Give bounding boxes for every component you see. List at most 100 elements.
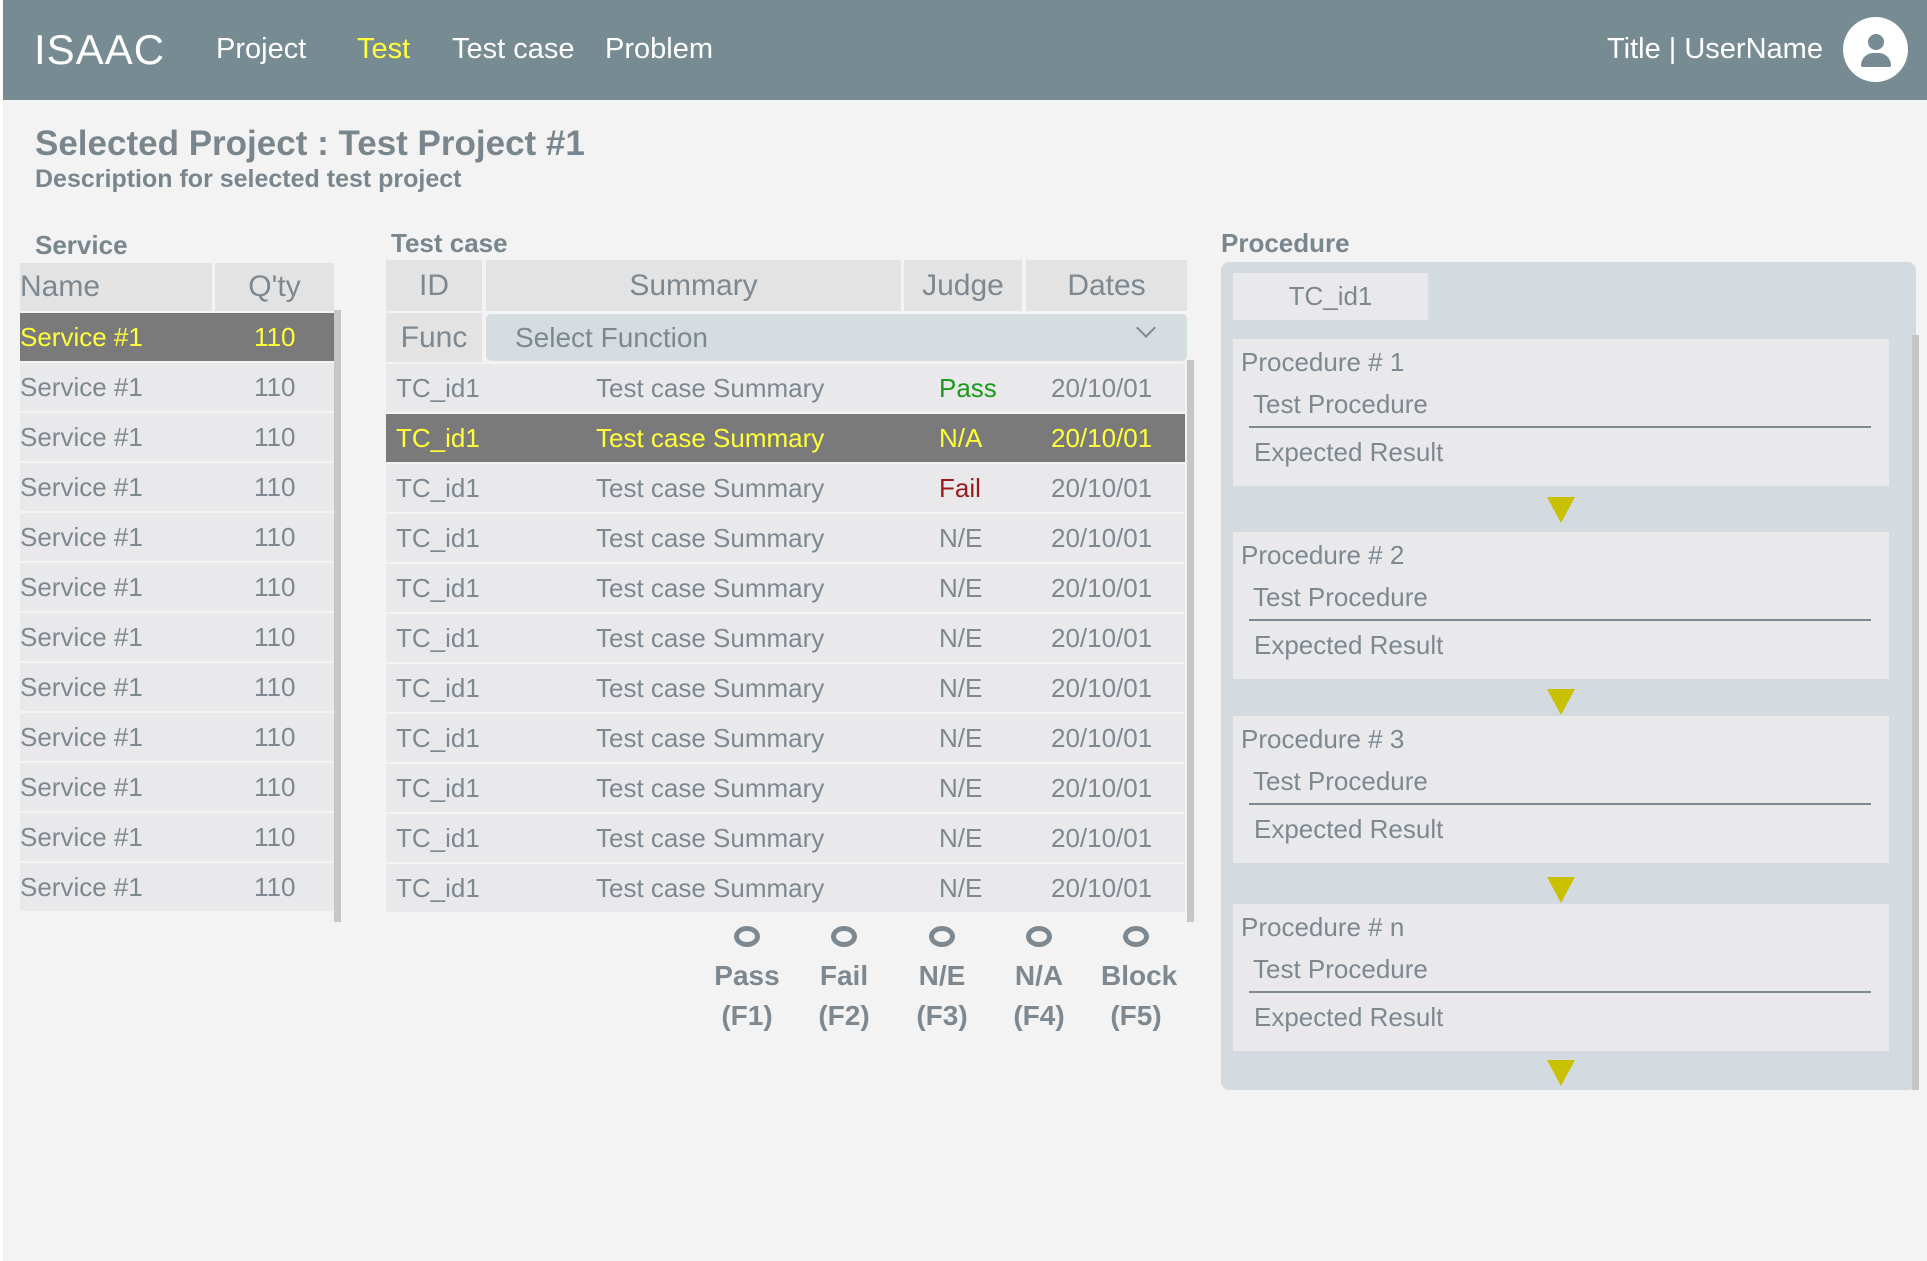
divider (1249, 426, 1871, 428)
expected-result-field[interactable]: Expected Result (1254, 1002, 1443, 1033)
nav-project[interactable]: Project (216, 33, 306, 66)
testcase-row-id: TC_id1 (396, 573, 480, 603)
service-row-name: Service #1 (20, 572, 143, 602)
judge-pass-button[interactable]: Pass (F1) (712, 926, 782, 1036)
testcase-row-judge: N/E (939, 823, 983, 853)
testcase-row[interactable]: TC_id1 Test case Summary N/E 20/10/01 (386, 664, 1185, 712)
divider (1249, 619, 1871, 621)
testcase-row-judge: N/A (939, 423, 983, 453)
service-row[interactable]: Service #1 110 (20, 613, 334, 661)
test-procedure-field[interactable]: Test Procedure (1253, 582, 1428, 613)
top-nav-bar: ISAAC Project Test Test case Problem Tit… (3, 0, 1927, 100)
testcase-row-summary: Test case Summary (596, 473, 825, 503)
service-row[interactable]: Service #1 110 (20, 313, 334, 361)
testcase-row-date: 20/10/01 (1051, 723, 1153, 753)
avatar[interactable] (1843, 17, 1908, 82)
radio-ring-icon (831, 926, 857, 947)
procedure-tab[interactable]: TC_id1 (1233, 273, 1428, 320)
radio-ring-icon (929, 926, 955, 947)
testcase-row[interactable]: TC_id1 Test case Summary N/E 20/10/01 (386, 714, 1185, 762)
testcase-row[interactable]: TC_id1 Test case Summary N/E 20/10/01 (386, 764, 1185, 812)
service-row[interactable]: Service #1 110 (20, 463, 334, 511)
service-row[interactable]: Service #1 110 (20, 363, 334, 411)
testcase-header-judge[interactable]: Judge (904, 260, 1022, 311)
procedure-title: Procedure # n (1241, 912, 1405, 942)
testcase-row-id: TC_id1 (396, 873, 480, 903)
arrow-down-icon (1547, 689, 1575, 715)
testcase-row[interactable]: TC_id1 Test case Summary Fail 20/10/01 (386, 464, 1185, 512)
testcase-header-id[interactable]: ID (386, 260, 482, 311)
testcase-row[interactable]: TC_id1 Test case Summary N/E 20/10/01 (386, 564, 1185, 612)
testcase-header-dates[interactable]: Dates (1026, 260, 1187, 311)
testcase-row-summary: Test case Summary (596, 673, 825, 703)
procedure-section-label: Procedure (1221, 228, 1350, 258)
testcase-row-id: TC_id1 (396, 373, 480, 403)
nav-test[interactable]: Test (357, 33, 410, 66)
testcase-row[interactable]: TC_id1 Test case Summary N/A 20/10/01 (386, 414, 1185, 462)
testcase-row-date: 20/10/01 (1051, 773, 1153, 803)
service-row[interactable]: Service #1 110 (20, 863, 334, 911)
judge-button-shortcut: (F3) (916, 1000, 968, 1031)
testcase-section-label: Test case (391, 228, 508, 258)
testcase-row-judge: N/E (939, 773, 983, 803)
testcase-row-judge: N/E (939, 573, 983, 603)
service-row-name: Service #1 (20, 672, 143, 702)
nav-problem[interactable]: Problem (605, 33, 713, 66)
judge-button-label: Fail (819, 960, 869, 991)
service-row[interactable]: Service #1 110 (20, 763, 334, 811)
user-title[interactable]: Title | UserName (1607, 33, 1823, 66)
test-procedure-field[interactable]: Test Procedure (1253, 766, 1428, 797)
procedure-card[interactable]: Procedure # 1 Test Procedure Expected Resu… (1233, 339, 1889, 486)
service-row[interactable]: Service #1 110 (20, 413, 334, 461)
service-row-name: Service #1 (20, 722, 143, 752)
service-header-name[interactable]: Name (20, 263, 212, 311)
service-row[interactable]: Service #1 110 (20, 813, 334, 861)
function-select[interactable]: Select Function (486, 314, 1187, 361)
nav-test-case[interactable]: Test case (452, 33, 575, 66)
testcase-row-summary: Test case Summary (596, 373, 825, 403)
judge-na-button[interactable]: N/A (F4) (1004, 926, 1074, 1036)
divider (1249, 803, 1871, 805)
test-procedure-field[interactable]: Test Procedure (1253, 389, 1428, 420)
procedure-scrollbar[interactable] (1912, 335, 1919, 1090)
testcase-row-judge: N/E (939, 873, 983, 903)
testcase-row-judge: Fail (939, 473, 981, 503)
procedure-card[interactable]: Procedure # n Test Procedure Expected Resu… (1233, 904, 1889, 1051)
testcase-row-summary: Test case Summary (596, 623, 825, 653)
app-logo[interactable]: ISAAC (34, 26, 165, 74)
expected-result-field[interactable]: Expected Result (1254, 630, 1443, 661)
service-row[interactable]: Service #1 110 (20, 663, 334, 711)
service-row[interactable]: Service #1 110 (20, 563, 334, 611)
testcase-row[interactable]: TC_id1 Test case Summary N/E 20/10/01 (386, 614, 1185, 662)
testcase-row[interactable]: TC_id1 Test case Summary N/E 20/10/01 (386, 514, 1185, 562)
testcase-row-judge: N/E (939, 623, 983, 653)
judge-button-shortcut: (F4) (1013, 1000, 1065, 1031)
service-row[interactable]: Service #1 110 (20, 713, 334, 761)
expected-result-field[interactable]: Expected Result (1254, 814, 1443, 845)
service-row-qty: 110 (254, 572, 296, 602)
service-scrollbar[interactable] (334, 310, 341, 922)
service-row[interactable]: Service #1 110 (20, 513, 334, 561)
service-section-label: Service (35, 230, 128, 260)
procedure-card[interactable]: Procedure # 3 Test Procedure Expected Resu… (1233, 716, 1889, 863)
procedure-card[interactable]: Procedure # 2 Test Procedure Expected Resu… (1233, 532, 1889, 679)
testcase-row-date: 20/10/01 (1051, 823, 1153, 853)
judge-fail-button[interactable]: Fail (F2) (809, 926, 879, 1036)
procedure-title: Procedure # 3 (1241, 724, 1405, 754)
expected-result-field[interactable]: Expected Result (1254, 437, 1443, 468)
testcase-row-summary: Test case Summary (596, 523, 825, 553)
service-row-qty: 110 (254, 622, 296, 652)
judge-ne-button[interactable]: N/E (F3) (907, 926, 977, 1036)
testcase-row[interactable]: TC_id1 Test case Summary Pass 20/10/01 (386, 364, 1185, 412)
user-icon-body (1861, 53, 1891, 67)
service-row-qty: 110 (254, 322, 296, 352)
judge-block-button[interactable]: Block (F5) (1101, 926, 1177, 1036)
testcase-row[interactable]: TC_id1 Test case Summary N/E 20/10/01 (386, 814, 1185, 862)
service-header-qty[interactable]: Q'ty (215, 263, 334, 311)
testcase-scrollbar[interactable] (1187, 360, 1194, 922)
testcase-row[interactable]: TC_id1 Test case Summary N/E 20/10/01 (386, 864, 1185, 912)
test-procedure-field[interactable]: Test Procedure (1253, 954, 1428, 985)
arrow-down-icon (1547, 497, 1575, 523)
testcase-header-summary[interactable]: Summary (486, 260, 901, 311)
procedure-title: Procedure # 1 (1241, 347, 1405, 377)
